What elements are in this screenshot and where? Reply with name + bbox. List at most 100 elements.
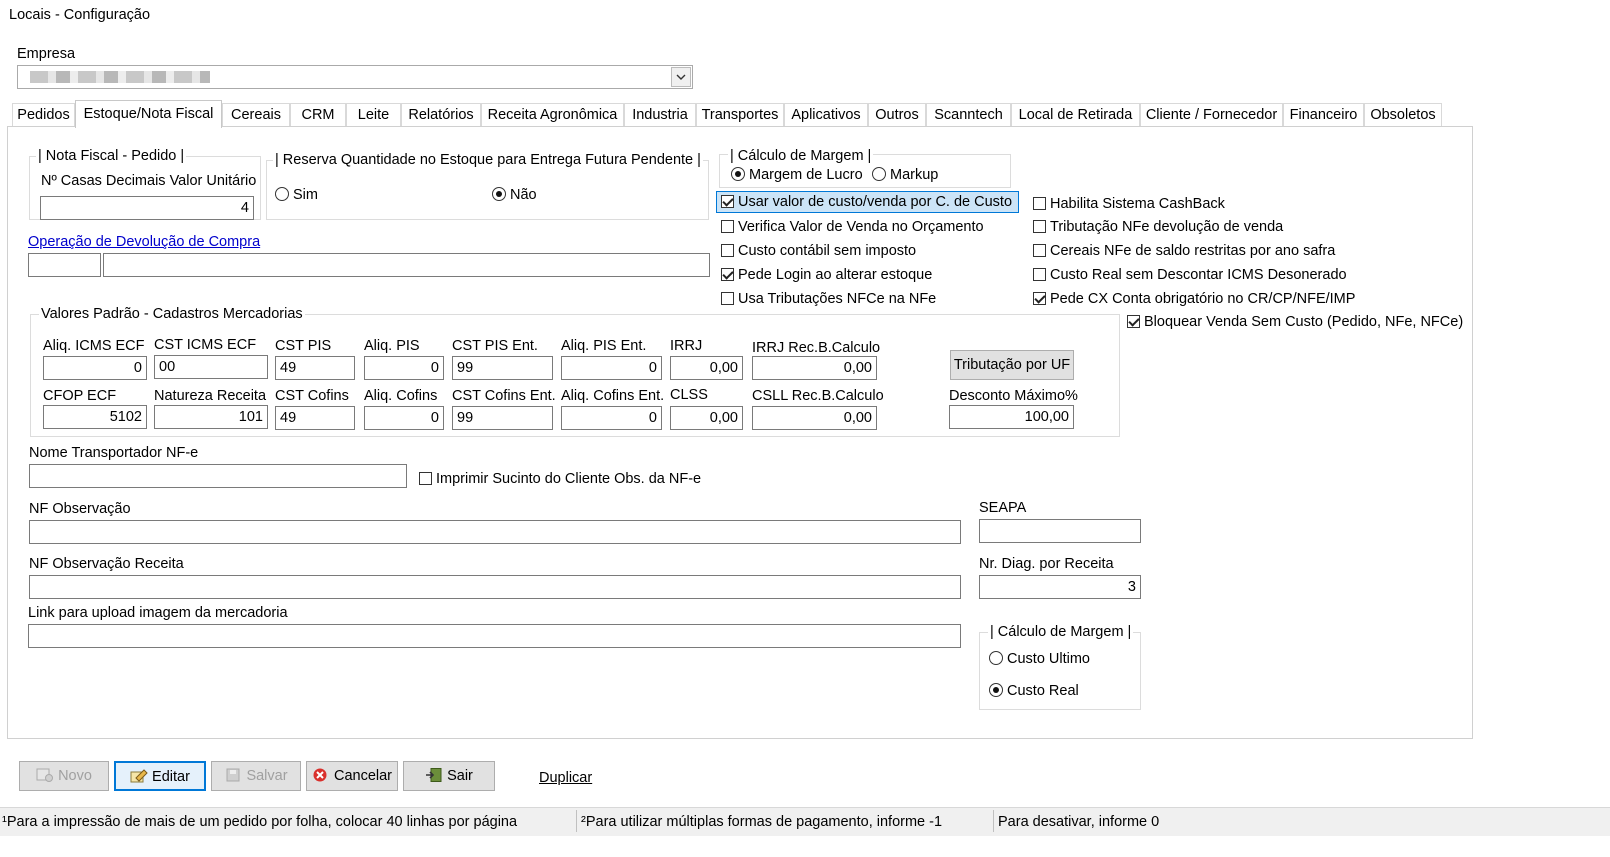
aliq-pis-label: Aliq. PIS: [364, 338, 420, 354]
operacao-devolucao-link[interactable]: Operação de Devolução de Compra: [28, 233, 260, 251]
reserva-nao-radio[interactable]: Não: [492, 186, 537, 204]
seapa-label: SEAPA: [979, 500, 1027, 516]
aliq-cofins-label: Aliq. Cofins: [364, 388, 438, 404]
operacao-devolucao-desc-input[interactable]: [103, 253, 710, 277]
radio-checked-icon: [492, 187, 506, 201]
checkbox-usar-valor-custo[interactable]: Usar valor de custo/venda por C. de Cust…: [721, 193, 1012, 211]
nome-transportador-input[interactable]: [29, 464, 407, 488]
reserva-nao-label: Não: [510, 187, 537, 203]
checkbox-usar-valor-custo-label: Usar valor de custo/venda por C. de Cust…: [738, 194, 1013, 210]
reserva-sim-radio[interactable]: Sim: [275, 186, 318, 204]
radio-unchecked-icon: [275, 187, 289, 201]
link-upload-input[interactable]: [28, 624, 961, 648]
checkbox-bloquear-venda-sem-custo-label: Bloquear Venda Sem Custo (Pedido, NFe, N…: [1144, 314, 1464, 330]
radio-unchecked-icon: [872, 167, 886, 181]
markup-label: Markup: [890, 167, 939, 183]
checkbox-verifica-valor-venda[interactable]: Verifica Valor de Venda no Orçamento: [721, 218, 984, 236]
operacao-devolucao-code-input[interactable]: [28, 253, 101, 277]
irrj-input[interactable]: 0,00: [670, 356, 743, 380]
radio-checked-icon: [731, 167, 745, 181]
checkbox-cereais-nfe-saldo[interactable]: Cereais NFe de saldo restritas por ano s…: [1033, 242, 1335, 260]
checkbox-checked-icon: [721, 195, 734, 208]
radio-checked-icon: [989, 683, 1003, 697]
cst-cofins-ent-input[interactable]: 99: [452, 406, 553, 430]
checkbox-habilita-cashback[interactable]: Habilita Sistema CashBack: [1033, 195, 1225, 213]
checkbox-custo-contabil-label: Custo contábil sem imposto: [738, 243, 917, 259]
cst-icms-ecf-label: CST ICMS ECF: [154, 337, 257, 353]
checkbox-checked-icon: [1127, 315, 1140, 328]
nr-diag-receita-input[interactable]: 3: [979, 575, 1141, 599]
irrj-rec-label: IRRJ Rec.B.Calculo: [752, 340, 881, 356]
aliq-pis-input[interactable]: 0: [364, 356, 444, 380]
checkbox-unchecked-icon: [419, 472, 432, 485]
tab-content: | Nota Fiscal - Pedido | Nº Casas Decima…: [0, 0, 1610, 857]
nf-observacao-receita-input[interactable]: [29, 575, 961, 599]
csll-rec-input[interactable]: 0,00: [752, 406, 877, 430]
csll-rec-label: CSLL Rec.B.Calculo: [752, 388, 884, 404]
aliq-pis-ent-input[interactable]: 0: [561, 356, 662, 380]
custo-real-label: Custo Real: [1007, 683, 1079, 699]
checkbox-unchecked-icon: [1033, 268, 1046, 281]
tributacao-por-uf-button[interactable]: Tributação por UF: [950, 350, 1074, 380]
cst-pis-label: CST PIS: [275, 338, 332, 354]
checkbox-unchecked-icon: [1033, 244, 1046, 257]
cst-cofins-ent-label: CST Cofins Ent.: [452, 388, 556, 404]
irrj-label: IRRJ: [670, 338, 703, 354]
irrj-rec-input[interactable]: 0,00: [752, 356, 877, 380]
checkbox-usa-tributacoes-nfce[interactable]: Usa Tributações NFCe na NFe: [721, 290, 936, 308]
checkbox-checked-icon: [721, 268, 734, 281]
valores-padrao-legend: Valores Padrão - Cadastros Mercadorias: [39, 305, 305, 323]
markup-radio[interactable]: Markup: [872, 166, 938, 184]
cst-pis-ent-input[interactable]: 99: [452, 356, 553, 380]
desconto-maximo-input[interactable]: 100,00: [949, 405, 1074, 429]
reserva-legend: | Reserva Quantidade no Estoque para Ent…: [273, 151, 703, 169]
checkbox-imprimir-sucinto-label: Imprimir Sucinto do Cliente Obs. da NF-e: [436, 471, 702, 487]
seapa-input[interactable]: [979, 519, 1141, 543]
checkbox-pede-login[interactable]: Pede Login ao alterar estoque: [721, 266, 932, 284]
aliq-cofins-input[interactable]: 0: [364, 406, 444, 430]
checkbox-checked-icon: [1033, 292, 1046, 305]
checkbox-habilita-cashback-label: Habilita Sistema CashBack: [1050, 196, 1225, 212]
calculo-margem-top-legend: | Cálculo de Margem |: [728, 147, 874, 165]
checkbox-cereais-nfe-saldo-label: Cereais NFe de saldo restritas por ano s…: [1050, 243, 1336, 259]
link-upload-label: Link para upload imagem da mercadoria: [28, 605, 288, 621]
custo-ultimo-radio[interactable]: Custo Ultimo: [989, 650, 1090, 668]
checkbox-bloquear-venda-sem-custo[interactable]: Bloquear Venda Sem Custo (Pedido, NFe, N…: [1127, 313, 1463, 331]
aliq-cofins-ent-label: Aliq. Cofins Ent.: [561, 388, 665, 404]
cst-cofins-input[interactable]: 49: [275, 406, 355, 430]
operacao-devolucao-link-text[interactable]: Operação de Devolução de Compra: [28, 234, 260, 250]
checkbox-unchecked-icon: [1033, 220, 1046, 233]
custo-real-radio[interactable]: Custo Real: [989, 682, 1079, 700]
tab-estoque-nota-fiscal[interactable]: Estoque/Nota Fiscal: [75, 100, 222, 128]
checkbox-pede-login-label: Pede Login ao alterar estoque: [738, 267, 933, 283]
checkbox-unchecked-icon: [721, 292, 734, 305]
checkbox-pede-cx-conta[interactable]: Pede CX Conta obrigatório no CR/CP/NFE/I…: [1033, 290, 1355, 308]
clss-label: CLSS: [670, 387, 708, 403]
calculo-margem-bottom-legend: | Cálculo de Margem |: [988, 623, 1134, 641]
clss-input[interactable]: 0,00: [670, 406, 743, 430]
checkbox-custo-contabil[interactable]: Custo contábil sem imposto: [721, 242, 916, 260]
checkbox-custo-real-icms[interactable]: Custo Real sem Descontar ICMS Desonerado: [1033, 266, 1347, 284]
margem-lucro-radio[interactable]: Margem de Lucro: [731, 166, 863, 184]
natureza-receita-input[interactable]: 101: [154, 405, 268, 429]
checkbox-tributacao-nfe-devolucao[interactable]: Tributação NFe devolução de venda: [1033, 218, 1283, 236]
checkbox-imprimir-sucinto[interactable]: Imprimir Sucinto do Cliente Obs. da NF-e: [419, 470, 701, 488]
cst-pis-ent-label: CST PIS Ent.: [452, 338, 538, 354]
cfop-ecf-input[interactable]: 5102: [43, 405, 147, 429]
checkbox-unchecked-icon: [721, 220, 734, 233]
aliq-pis-ent-label: Aliq. PIS Ent.: [561, 338, 647, 354]
margem-lucro-label: Margem de Lucro: [749, 167, 863, 183]
desconto-maximo-label: Desconto Máximo%: [949, 388, 1078, 404]
cst-pis-input[interactable]: 49: [275, 356, 355, 380]
checkbox-usa-tributacoes-nfce-label: Usa Tributações NFCe na NFe: [738, 291, 937, 307]
casas-decimais-input[interactable]: 4: [40, 196, 254, 220]
nota-fiscal-pedido-legend: | Nota Fiscal - Pedido |: [36, 147, 187, 165]
nome-transportador-label: Nome Transportador NF-e: [29, 445, 199, 461]
checkbox-custo-real-icms-label: Custo Real sem Descontar ICMS Desonerado: [1050, 267, 1347, 283]
aliq-cofins-ent-input[interactable]: 0: [561, 406, 662, 430]
aliq-icms-ecf-input[interactable]: 0: [43, 356, 147, 380]
reserva-sim-label: Sim: [293, 187, 318, 203]
nf-observacao-input[interactable]: [29, 520, 961, 544]
cst-icms-ecf-input[interactable]: 00: [154, 355, 268, 379]
nf-observacao-label: NF Observação: [29, 501, 131, 517]
